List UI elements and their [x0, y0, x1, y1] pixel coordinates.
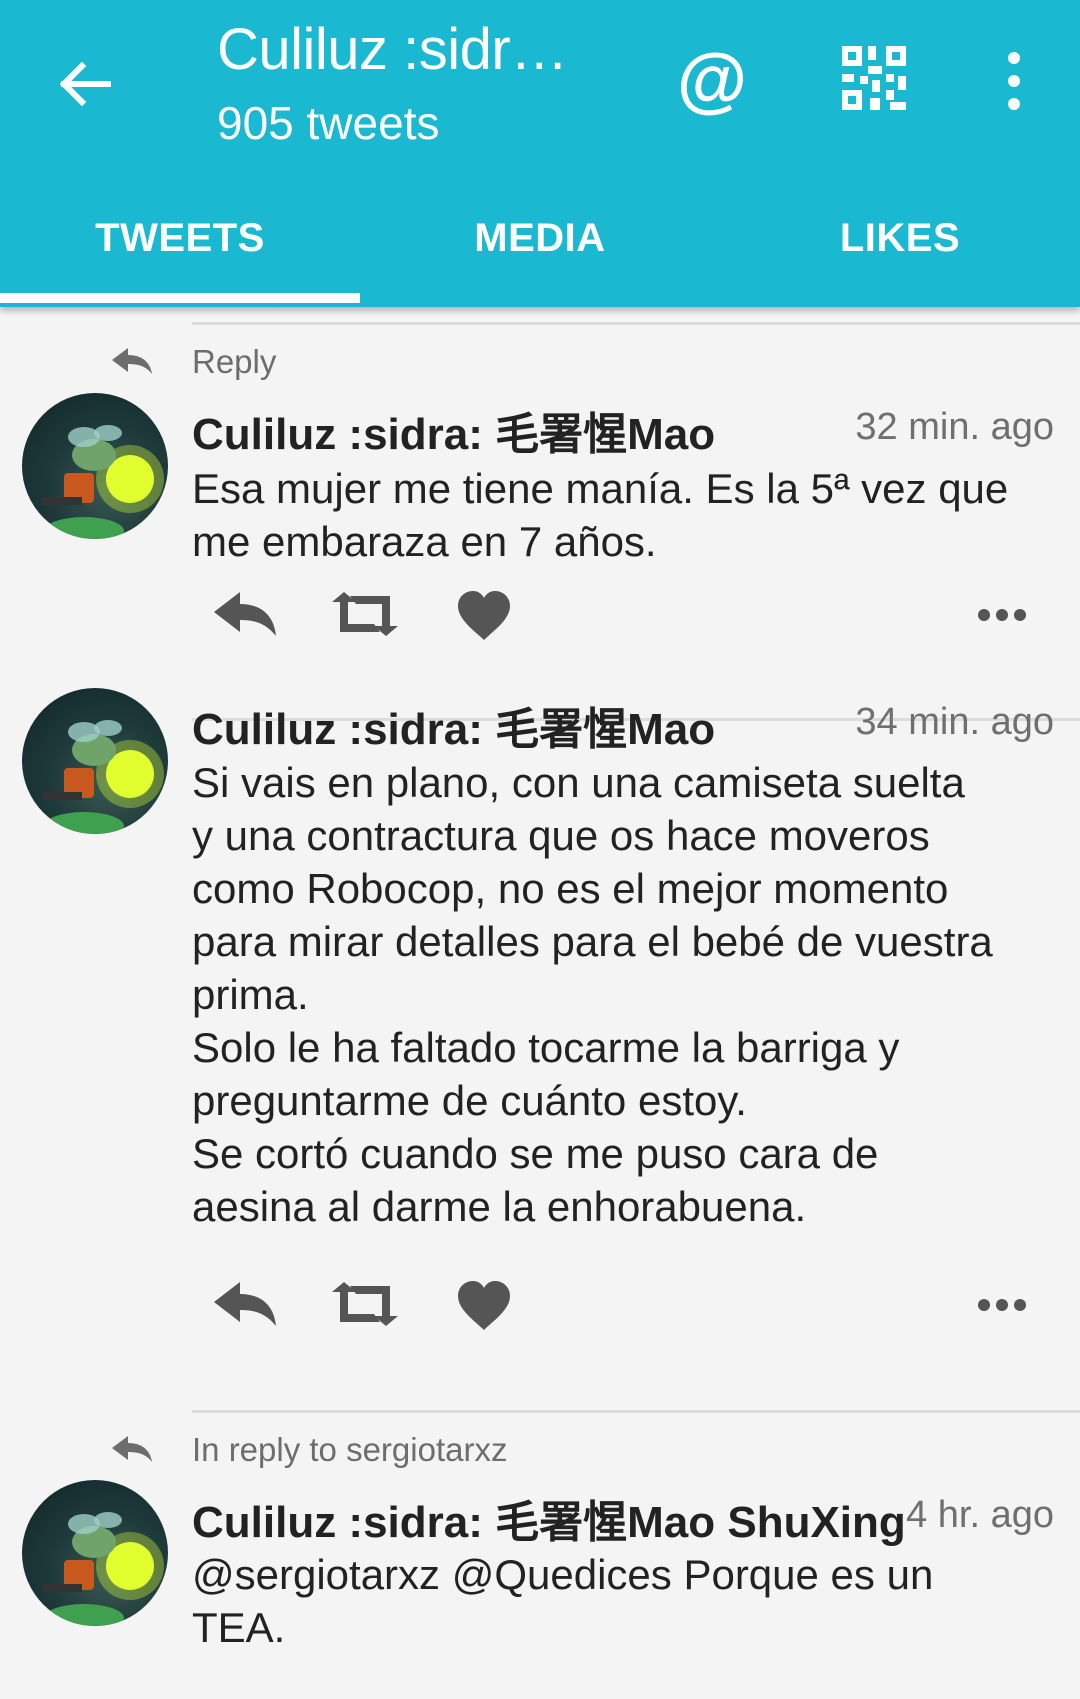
like-icon[interactable]: [456, 1280, 512, 1332]
avatar[interactable]: [22, 688, 168, 834]
tweet-context: Reply: [192, 343, 277, 380]
firefly-avatar-image: [42, 1512, 164, 1626]
divider: [192, 1410, 1080, 1413]
tab-likes[interactable]: LIKES: [720, 188, 1080, 294]
back-arrow-icon[interactable]: [50, 50, 118, 118]
reply-icon[interactable]: [212, 590, 278, 638]
tweet-time: 32 min. ago: [855, 406, 1054, 448]
author-name[interactable]: Culiluz :sidra: 毛署惺Mao: [192, 693, 715, 757]
author-name[interactable]: Culiluz :sidra: 毛署惺Mao ShuXing: [192, 1486, 906, 1550]
tab-indicator: [0, 293, 360, 303]
tweet-text: @sergiotarxz @Quedices Porque es un TEA.: [192, 1551, 934, 1651]
more-horiz-icon[interactable]: [977, 1298, 1027, 1312]
tweet-context[interactable]: In reply to sergiotarxz: [192, 1431, 507, 1469]
tweet-text: Si vais en plano, con una camiseta suelt…: [192, 759, 993, 1230]
like-icon[interactable]: [456, 590, 512, 642]
tweet-time: 4 hr. ago: [906, 1494, 1054, 1536]
tweet-count: 905 tweets: [217, 97, 440, 149]
tab-media[interactable]: MEDIA: [360, 188, 720, 294]
tweet-time: 34 min. ago: [855, 701, 1054, 743]
profile-title: Culiluz :sidr…: [217, 17, 568, 82]
more-horiz-icon[interactable]: [977, 608, 1027, 622]
reply-context-icon: [112, 348, 152, 374]
avatar[interactable]: [22, 393, 168, 539]
reply-icon[interactable]: [212, 1280, 278, 1328]
divider: [192, 322, 1080, 325]
retweet-icon[interactable]: [330, 592, 400, 636]
more-vert-icon[interactable]: [996, 50, 1032, 112]
reply-context-icon: [112, 1436, 152, 1462]
tweet-text: Esa mujer me tiene manía. Es la 5ª vez q…: [192, 465, 1009, 565]
firefly-avatar-image: [42, 425, 164, 539]
retweet-icon[interactable]: [330, 1282, 400, 1326]
tweet-feed[interactable]: Reply Culiluz :sidra: 毛署惺Mao 32 min. ago…: [0, 290, 1080, 1699]
app-bar: Culiluz :sidr… 905 tweets @ TWEETS MEDIA…: [0, 0, 1080, 307]
at-icon[interactable]: @: [672, 40, 752, 120]
author-name[interactable]: Culiluz :sidra: 毛署惺Mao: [192, 398, 715, 462]
avatar[interactable]: [22, 1480, 168, 1626]
tab-tweets[interactable]: TWEETS: [0, 188, 360, 294]
qr-code-icon[interactable]: [842, 46, 908, 112]
tab-bar: TWEETS MEDIA LIKES: [0, 188, 1080, 294]
firefly-avatar-image: [42, 720, 164, 834]
